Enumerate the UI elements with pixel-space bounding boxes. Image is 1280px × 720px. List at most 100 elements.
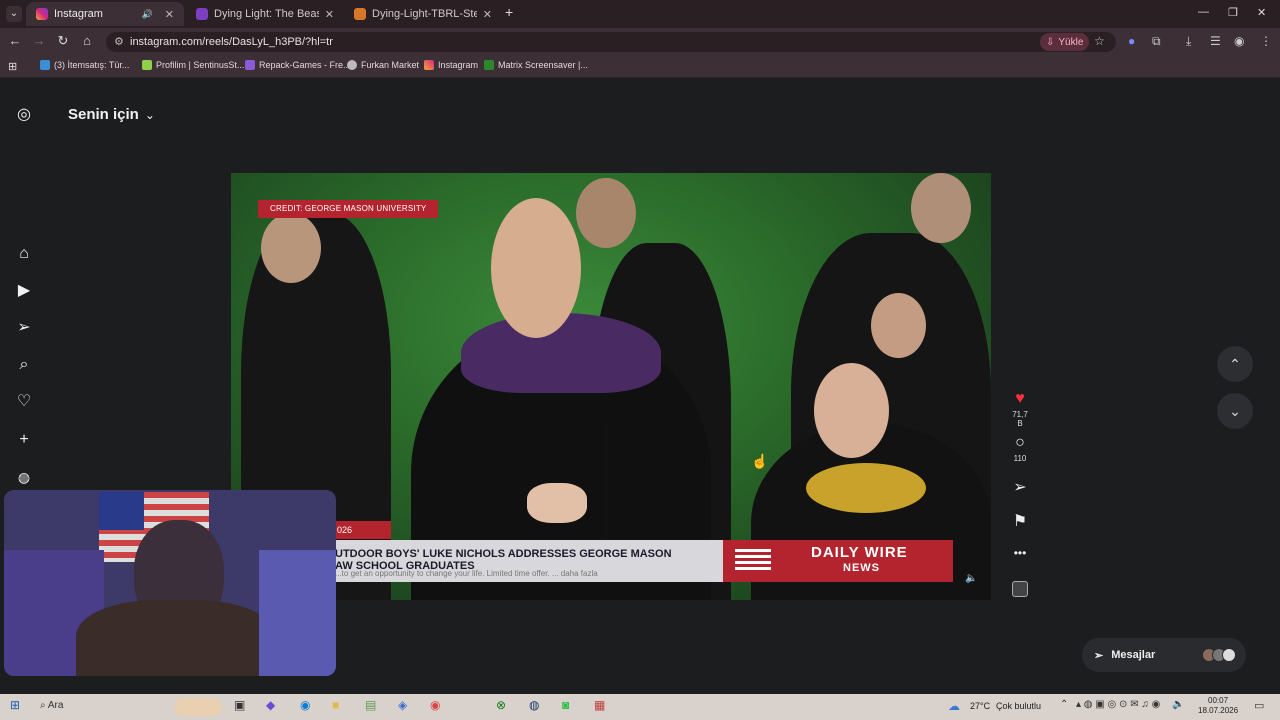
download-icon[interactable]: ⤓: [1186, 34, 1191, 49]
close-tab-icon[interactable]: ✕: [165, 8, 174, 21]
cursor-hand-icon: ☝: [751, 453, 769, 469]
install-button[interactable]: ⇩ Yükle: [1040, 33, 1090, 51]
send-icon[interactable]: ➢: [14, 318, 34, 338]
profile-avatar-icon[interactable]: ◉: [1234, 34, 1244, 48]
more-options-button[interactable]: •••: [1010, 546, 1030, 560]
bookmark-item[interactable]: Furkan Market: [347, 60, 419, 70]
tab-title: Dying-Light-TBRL-SteamRIP.com: [372, 8, 477, 20]
restore-icon[interactable]: ❐: [1228, 6, 1238, 19]
bookmark-item[interactable]: Matrix Screensaver |...: [484, 60, 588, 70]
bookmark-favicon-icon: [40, 60, 50, 70]
close-window-icon[interactable]: ✕: [1257, 6, 1266, 19]
tab-dying-light[interactable]: Dying Light: The Beast Restored ✕: [186, 2, 344, 26]
store-icon[interactable]: ▤: [365, 698, 376, 712]
forward-icon[interactable]: →: [30, 33, 48, 48]
windows-taskbar: ⊞ ⌕ Ara ▣ ◆ ◉ ■ ▤ ◈ ◉ ⊗ ◍ ◙ ▦ ☁ 27°C Çok…: [0, 694, 1280, 720]
taskbar-clock[interactable]: 00:07 18.07.2026: [1198, 696, 1238, 716]
bookmark-item[interactable]: Repack-Games - Fre...: [245, 60, 351, 70]
messages-label: Mesajlar: [1111, 649, 1156, 661]
bookmark-label: Matrix Screensaver |...: [498, 60, 588, 70]
chrome-icon[interactable]: ◉: [430, 698, 440, 712]
reading-list-icon[interactable]: ☰: [1210, 34, 1221, 48]
xbox-icon[interactable]: ⊗: [496, 698, 506, 712]
bookmark-favicon-icon: [424, 60, 434, 70]
speaker-icon[interactable]: 🔊: [142, 9, 153, 20]
apps-grid-icon[interactable]: ⊞: [8, 60, 17, 73]
extension-icon[interactable]: ●: [1128, 34, 1135, 48]
new-tab-button[interactable]: +: [505, 4, 513, 20]
site-info-icon[interactable]: ⚙: [114, 35, 124, 48]
whatsapp-icon[interactable]: ◙: [562, 698, 569, 712]
webcam-overlay: [4, 490, 336, 676]
close-tab-icon[interactable]: ✕: [325, 8, 334, 21]
instagram-logo-icon[interactable]: ◎: [14, 105, 34, 125]
comment-button[interactable]: ○ 110: [1010, 434, 1030, 463]
bookmark-favicon-icon: [347, 60, 357, 70]
volume-tray-icon[interactable]: 🔈: [1172, 699, 1184, 710]
reel-caption[interactable]: ...to get an opportunity to change your …: [335, 569, 598, 578]
search-icon[interactable]: ⌕: [14, 355, 34, 375]
copilot-icon[interactable]: ◆: [266, 698, 275, 712]
profile-avatar-icon[interactable]: ◍: [14, 467, 34, 487]
send-icon: ➢: [1013, 479, 1027, 496]
save-button[interactable]: ⚑: [1010, 511, 1030, 531]
like-button[interactable]: ♥ 71,7 B: [1010, 390, 1030, 428]
faculty-head: [911, 173, 971, 243]
extensions-puzzle-icon[interactable]: ⧉: [1152, 34, 1161, 49]
share-button[interactable]: ➢: [1010, 477, 1030, 497]
address-bar[interactable]: ⚙ instagram.com/reels/DasLyL_h3PB/?hl=tr: [106, 32, 1116, 52]
bookmark-star-icon[interactable]: ☆: [1094, 34, 1105, 48]
tab-title: Instagram: [54, 8, 103, 20]
app-icon[interactable]: ▦: [594, 698, 605, 712]
app-icon[interactable]: ◈: [398, 698, 407, 712]
more-menu-icon[interactable]: ⋮: [1260, 34, 1272, 48]
windows-start-icon[interactable]: ⊞: [10, 698, 20, 712]
edge-icon[interactable]: ◉: [300, 698, 310, 712]
bookmark-label: Profilim | SentinusSt...: [156, 60, 245, 70]
back-icon[interactable]: ←: [6, 33, 24, 48]
tray-icons[interactable]: ▴ ◍ ▣ ◎ ⊙ ✉ ♫ ◉: [1076, 699, 1160, 710]
bookmark-item[interactable]: (3) İtemsatış: Tür...: [40, 60, 129, 70]
faculty-head: [576, 178, 636, 248]
bookmark-item[interactable]: Profilim | SentinusSt...: [142, 60, 244, 70]
comment-icon: ○: [1015, 434, 1025, 451]
clock-date: 18.07.2026: [1198, 706, 1239, 715]
tab-instagram[interactable]: Instagram 🔊 ✕: [26, 2, 184, 26]
weather-icon[interactable]: ☁: [948, 699, 960, 713]
create-icon[interactable]: +: [14, 430, 34, 450]
weather-desc: Çok bulutlu: [996, 701, 1042, 711]
task-view-icon[interactable]: ▣: [234, 698, 245, 712]
search-highlight-image[interactable]: [174, 698, 222, 716]
brand-subtitle: NEWS: [843, 562, 880, 574]
room-background: [259, 550, 336, 676]
video-credit-tag: CREDIT: GEORGE MASON UNIVERSITY: [258, 200, 439, 218]
messages-button[interactable]: ➢ Mesajlar: [1082, 638, 1246, 672]
comment-count: 110: [1013, 454, 1027, 463]
reel-video[interactable]: CREDIT: GEORGE MASON UNIVERSITY 026 UTDO…: [231, 173, 991, 600]
heart-icon[interactable]: ♡: [14, 392, 34, 412]
file-explorer-icon[interactable]: ■: [332, 698, 339, 712]
flag-canton: [99, 492, 144, 530]
volume-icon[interactable]: 🔈: [965, 573, 977, 584]
bookmark-item[interactable]: Instagram: [424, 60, 478, 70]
home-icon[interactable]: ⌂: [14, 244, 34, 264]
bookmark-icon: ⚑: [1012, 513, 1028, 530]
previous-reel-button[interactable]: ⌃: [1217, 346, 1253, 382]
audio-button[interactable]: [1010, 581, 1030, 597]
taskbar-search[interactable]: ⌕ Ara: [40, 700, 63, 711]
minimize-icon[interactable]: —: [1198, 6, 1209, 18]
tab-steamrip[interactable]: Dying-Light-TBRL-SteamRIP.com ✕: [344, 2, 502, 26]
browser-tab-bar: ⌄ Instagram 🔊 ✕ Dying Light: The Beast R…: [0, 0, 1280, 28]
close-tab-icon[interactable]: ✕: [483, 8, 492, 21]
next-reel-button[interactable]: ⌄: [1217, 393, 1253, 429]
tray-chevron-icon[interactable]: ⌃: [1060, 699, 1068, 710]
feed-selector[interactable]: Senin için ⌄: [68, 106, 155, 123]
reload-icon[interactable]: ↻: [54, 33, 72, 49]
notifications-icon[interactable]: ▭: [1254, 699, 1264, 712]
reels-icon[interactable]: ▶: [14, 281, 34, 301]
gold-hood: [806, 463, 926, 513]
home-icon[interactable]: ⌂: [78, 33, 96, 48]
person-body: [76, 600, 276, 676]
tab-search-button[interactable]: ⌄: [6, 6, 22, 22]
steam-icon[interactable]: ◍: [529, 698, 539, 712]
